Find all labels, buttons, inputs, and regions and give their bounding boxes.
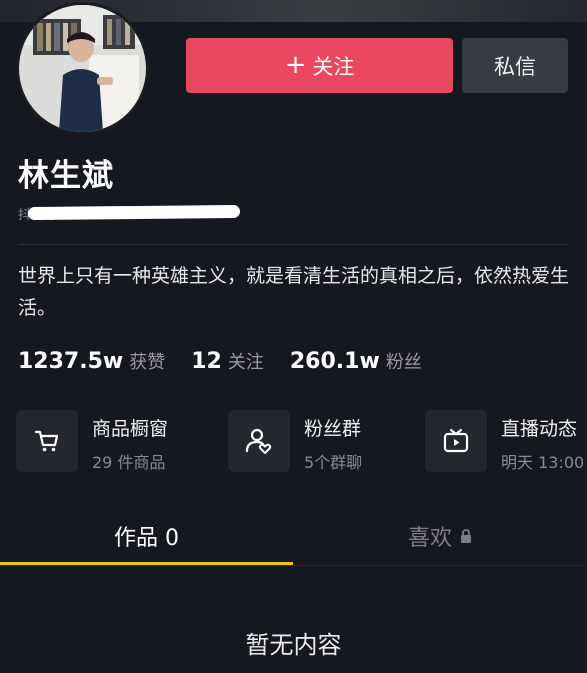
profile-stats: 1237.5w 获赞 12 关注 260.1w 粉丝 xyxy=(18,348,448,374)
card-group-sub: 5个群聊 xyxy=(304,453,363,472)
active-tab-indicator xyxy=(0,562,293,565)
empty-state-text: 暂无内容 xyxy=(245,631,342,659)
fans-count: 260.1w xyxy=(289,349,380,374)
profile-name: 林生斌 xyxy=(18,158,114,194)
avatar[interactable] xyxy=(16,2,149,135)
card-shop-title: 商品橱窗 xyxy=(92,418,169,440)
likes-label: 获赞 xyxy=(129,352,166,373)
message-button[interactable]: 私信 xyxy=(462,38,568,93)
stat-fans[interactable]: 260.1w 粉丝 xyxy=(290,348,422,374)
feature-cards: 商品橱窗 29 件商品 粉丝群 5个群聊 直播动态 明天 13:00 xyxy=(16,410,587,474)
lock-icon xyxy=(460,524,472,549)
douyin-id: 抖音号： xyxy=(18,204,241,223)
card-shop-window[interactable]: 商品橱窗 29 件商品 xyxy=(16,410,168,474)
card-group-title: 粉丝群 xyxy=(304,418,362,440)
tab-likes[interactable]: 喜欢 xyxy=(293,510,587,562)
redaction-scribble xyxy=(27,204,241,221)
fans-label: 粉丝 xyxy=(385,352,422,373)
content-tabs: 作品 0 喜欢 xyxy=(0,510,587,568)
tab-works[interactable]: 作品 0 xyxy=(0,510,293,562)
avatar-image xyxy=(19,5,146,132)
follow-button[interactable]: + 关注 xyxy=(186,38,453,93)
following-count: 12 xyxy=(191,349,222,374)
message-label: 私信 xyxy=(494,54,536,79)
card-live-title: 直播动态 xyxy=(501,418,578,440)
card-live-schedule[interactable]: 直播动态 明天 13:00 xyxy=(425,410,584,474)
tab-divider xyxy=(0,565,587,566)
group-icon xyxy=(228,410,290,472)
card-live-sub: 明天 13:00 xyxy=(501,453,585,472)
stat-likes[interactable]: 1237.5w 获赞 xyxy=(18,348,165,374)
stat-following[interactable]: 12 关注 xyxy=(191,348,264,374)
following-label: 关注 xyxy=(227,352,264,373)
plus-icon: + xyxy=(284,49,307,80)
cart-icon xyxy=(16,410,78,472)
divider xyxy=(18,244,569,245)
tab-likes-label: 喜欢 xyxy=(407,526,452,551)
tv-icon xyxy=(425,410,487,472)
card-fan-group[interactable]: 粉丝群 5个群聊 xyxy=(228,410,362,474)
follow-label: 关注 xyxy=(312,54,355,79)
profile-bio: 世界上只有一种英雄主义，就是看清生活的真相之后，依然热爱生活。 xyxy=(18,265,570,319)
card-shop-sub: 29 件商品 xyxy=(92,453,166,472)
likes-count: 1237.5w xyxy=(18,349,124,374)
profile-page: + 关注 私信 林生斌 抖音号： 世界上只有一种英雄主义，就是看清生活的真相之后… xyxy=(0,0,587,673)
tab-works-label: 作品 0 xyxy=(114,526,179,551)
